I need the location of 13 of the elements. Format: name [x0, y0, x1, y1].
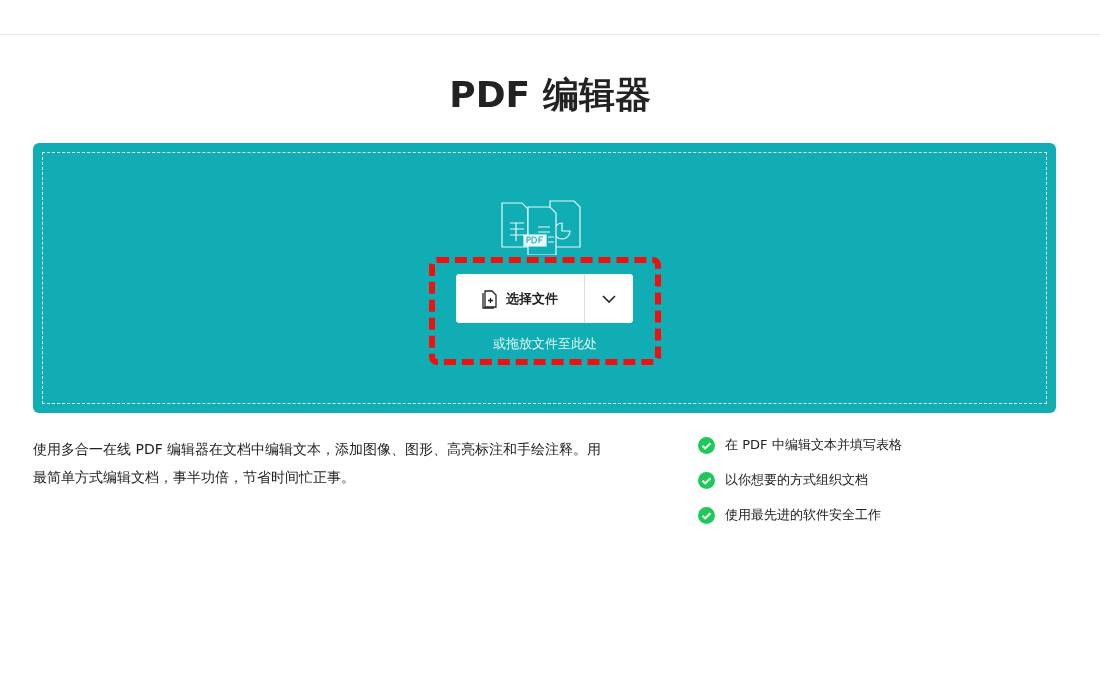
feature-text: 以你想要的方式组织文档: [725, 471, 868, 489]
description-text: 使用多合一在线 PDF 编辑器在文档中编辑文本，添加图像、图形、高亮标注和手绘注释。用最简单方式编辑文档，事半功倍，节省时间忙正事。: [33, 440, 603, 487]
drop-hint: 或拖放文件至此处: [492, 335, 597, 353]
feature-text: 使用最先进的软件安全工作: [725, 506, 881, 524]
check-circle-icon: [698, 471, 715, 489]
chevron-down-icon: [602, 294, 616, 303]
check-circle-icon: [698, 506, 715, 524]
file-add-icon: [482, 288, 498, 309]
check-circle-icon: [698, 436, 715, 454]
more-options-button[interactable]: [584, 274, 633, 323]
page-title: PDF 编辑器: [449, 73, 651, 117]
feature-text: 在 PDF 中编辑文本并填写表格: [725, 436, 902, 454]
drop-zone[interactable]: 选择文件 或拖放文件至此处: [33, 143, 1056, 413]
